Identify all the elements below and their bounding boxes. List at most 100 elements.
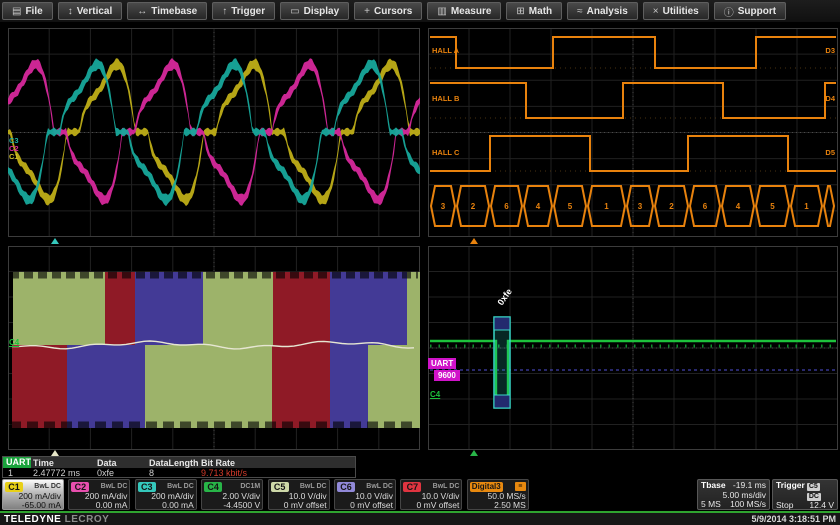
uart-table-badge: UART	[3, 457, 31, 468]
bus-state-value: 2	[471, 202, 476, 211]
bus-state-value: 5	[568, 202, 573, 211]
menu-measure[interactable]: ▥Measure	[427, 2, 501, 20]
col-time: Time	[31, 458, 97, 468]
uart-protocol-badge[interactable]: UART	[428, 358, 456, 369]
channel-coupling: BwL DC	[433, 483, 460, 490]
digital-line-id-d4: D4	[825, 94, 835, 103]
menu-trigger[interactable]: ↑ Trigger	[212, 2, 275, 20]
channel-offset: 0 mV offset	[271, 501, 327, 510]
channel-tag-c3: C3	[138, 482, 156, 492]
timebase-label: Tbase	[701, 481, 726, 491]
brand-bold: TELEDYNE	[4, 514, 61, 525]
uart-baud-badge: 9600	[434, 370, 460, 381]
brand-logo: TELEDYNE LECROY	[4, 514, 109, 525]
pwm-block-sage	[13, 272, 105, 345]
channel-offset: -4.4500 V	[204, 501, 260, 510]
row-time: 2.47772 ms	[31, 468, 97, 478]
uart-signal-grid[interactable]: 0xfe UART 9600 C4	[428, 246, 838, 450]
col-datalength: DataLength	[149, 458, 201, 468]
channel-descriptor-c2[interactable]: C2BwL DC200 mA/div0.00 mA	[68, 479, 130, 510]
channel-coupling: BwL DC	[34, 483, 61, 490]
pwm-block-sage	[203, 272, 273, 345]
bus-state-value: 4	[536, 202, 541, 211]
uart-decode-table[interactable]: UART Time Data DataLength Bit Rate 1 2.4…	[2, 456, 356, 478]
bus-state-value: 6	[703, 202, 708, 211]
timebase-rate: 100 MS/s	[730, 500, 766, 510]
hall-label-d5: HALL C	[432, 148, 459, 157]
bus-state-cell	[824, 186, 834, 226]
channel-offset: -65.00 mA	[5, 501, 61, 510]
trigger-label: Trigger	[776, 481, 805, 501]
menu-label: File	[25, 6, 42, 17]
channel-descriptor-c4[interactable]: C4DC1M2.00 V/div-4.4500 V	[201, 479, 263, 510]
channel-tag-c7: C7	[403, 482, 421, 492]
analog-current-grid[interactable]: C3C2C1	[8, 28, 420, 237]
col-data: Data	[97, 458, 149, 468]
trigger-time-marker-uart[interactable]	[470, 450, 478, 456]
channel-tag-c6: C6	[337, 482, 355, 492]
channel-descriptor-c6[interactable]: C6BwL DC10.0 V/div0 mV offset	[334, 479, 396, 510]
vertical-icon: ↕	[68, 6, 73, 17]
bus-state-value: 6	[504, 202, 509, 211]
utilities-icon: ×	[653, 6, 659, 17]
bus-state-value: 2	[669, 202, 674, 211]
pwm-block-red	[272, 345, 330, 428]
menu-label: Trigger	[231, 6, 265, 17]
channel-descriptor-digital3[interactable]: Digital3≡50.0 MS/s2.50 MS	[467, 479, 529, 510]
menu-label: Measure	[451, 6, 492, 17]
menu-support[interactable]: ⓘSupport	[714, 2, 786, 20]
menu-timebase[interactable]: ↔Timebase	[127, 2, 207, 20]
pwm-block-red	[105, 272, 135, 345]
math-icon: ⊞	[516, 6, 524, 17]
channel-descriptor-c5[interactable]: C5BwL DC10.0 V/div0 mV offset	[268, 479, 330, 510]
display-icon: ▭	[290, 6, 299, 17]
timebase-descriptor[interactable]: Tbase-19.1 ms 5.00 ms/div 5 MS100 MS/s	[697, 479, 770, 510]
phase-voltage-grid[interactable]: C4	[8, 246, 420, 450]
trigger-time-marker-digital[interactable]	[470, 238, 478, 244]
trigger-icon: ↑	[222, 6, 227, 17]
pwm-block-red	[12, 345, 67, 428]
channel-tag-c4: C4	[204, 482, 222, 492]
channel-coupling: BwL DC	[101, 483, 128, 490]
channel-coupling: DC1M	[240, 483, 260, 490]
menu-vertical[interactable]: ↕Vertical	[58, 2, 123, 20]
row-datalength: 8	[149, 468, 201, 478]
marker-c1: C1	[9, 152, 19, 161]
pwm-block-red	[273, 272, 330, 345]
channel-descriptor-c7[interactable]: C7BwL DC10.0 V/div0 mV offset	[400, 479, 462, 510]
hall-label-d4: HALL B	[432, 94, 459, 103]
channel-tag-c5: C5	[271, 482, 289, 492]
pwm-block-blue	[330, 345, 368, 428]
menu-cursors[interactable]: +Cursors	[354, 2, 422, 20]
menu-bar: ▤File ↕Vertical↔Timebase ↑ Trigger ▭Display +…	[0, 0, 840, 22]
digital-hall-grid[interactable]: 326451326451 HALL AD3HALL BD4HALL CD5	[428, 28, 838, 237]
menu-label: Timebase	[151, 6, 197, 17]
oscilloscope-screen: ▤File ↕Vertical↔Timebase ↑ Trigger ▭Display +…	[0, 0, 840, 525]
hall-digital-waveforms: 326451326451	[428, 28, 838, 237]
menu-math[interactable]: ⊞Math	[506, 2, 562, 20]
menu-analysis[interactable]: ≈Analysis	[567, 2, 638, 20]
trigger-time-marker-analog[interactable]	[51, 238, 59, 244]
bus-state-value: 3	[441, 202, 446, 211]
channel-offset: 0.00 mA	[138, 501, 194, 510]
channel-coupling: BwL DC	[167, 483, 194, 490]
pwm-block-blue	[330, 272, 407, 345]
pwm-block-blue	[67, 345, 145, 428]
status-bar: TELEDYNE LECROY 5/9/2014 3:18:51 PM	[0, 511, 840, 525]
pwm-block-sage	[407, 272, 420, 345]
uart-channel-marker: C4	[430, 390, 440, 399]
channel-offset: 0 mV offset	[403, 501, 459, 510]
timebase-samples: 5 MS	[701, 500, 721, 510]
analysis-icon: ≈	[577, 6, 583, 17]
uart-table-row[interactable]: 1 2.47772 ms 0xfe 8 9.713 kbit/s	[3, 468, 355, 478]
digital-line-id-d5: D5	[825, 148, 835, 157]
menu-display[interactable]: ▭Display	[280, 2, 349, 20]
channel-descriptor-c1[interactable]: C1BwL DC200 mA/div-65.00 mA	[2, 479, 64, 510]
channel-descriptor-c3[interactable]: C3BwL DC200 mA/div0.00 mA	[135, 479, 197, 510]
channel-coupling: BwL DC	[300, 483, 327, 490]
menu-utilities[interactable]: ×Utilities	[643, 2, 709, 20]
uart-decode-box-cap-bottom	[494, 395, 510, 408]
trigger-descriptor[interactable]: Trigger C5DC Stop12.4 V EdgePositive	[772, 479, 838, 510]
uart-table-header: UART Time Data DataLength Bit Rate	[3, 457, 355, 468]
menu-file[interactable]: ▤File	[2, 2, 53, 20]
